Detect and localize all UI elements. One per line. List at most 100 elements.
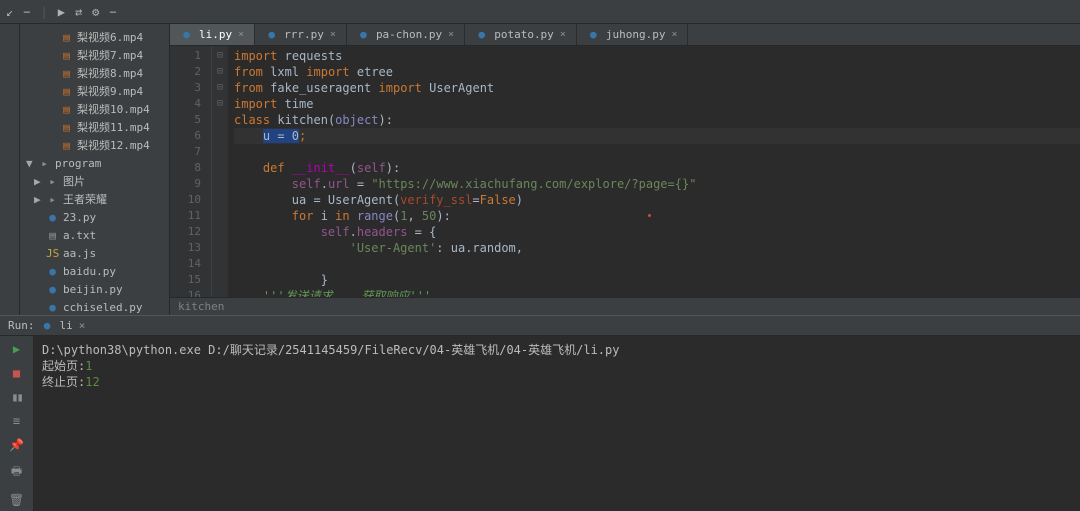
file-label: 23.py — [63, 211, 96, 224]
code-line[interactable]: import time — [234, 96, 1080, 112]
python-icon: ● — [41, 319, 54, 332]
mp4-icon: ▤ — [60, 67, 73, 80]
mp4-icon: ▤ — [60, 139, 73, 152]
tree-item[interactable]: ▤ 梨视频12.mp4 — [20, 136, 169, 154]
stepover-icon[interactable]: ≡ — [13, 414, 20, 428]
close-icon[interactable]: × — [238, 29, 244, 40]
main-toolbar: ↙ − | ▶ ⇄ ⚙ − — [0, 0, 1080, 24]
stop-icon[interactable]: ■ — [13, 366, 20, 380]
close-icon[interactable]: × — [448, 29, 454, 40]
pin-icon[interactable]: 📌 — [9, 438, 24, 452]
code-line[interactable]: self.headers = { — [234, 224, 1080, 240]
pause-icon[interactable]: ▮▮ — [11, 390, 21, 404]
code-line[interactable]: } — [234, 272, 1080, 288]
tab-potato-py[interactable]: ● potato.py × — [465, 24, 577, 45]
file-label: 梨视频10.mp4 — [77, 101, 150, 117]
folder-icon: ▸ — [38, 157, 51, 170]
tree-item[interactable]: ▤梨视频10.mp4 — [20, 100, 169, 118]
python-icon: ● — [587, 28, 600, 41]
code-line[interactable]: class kitchen(object): — [234, 112, 1080, 128]
file-label: 梨视频12.mp4 — [77, 137, 150, 153]
mp4-icon: ▤ — [60, 85, 73, 98]
minus-icon[interactable]: − — [23, 5, 30, 19]
close-icon[interactable]: × — [79, 319, 86, 332]
js-icon: JS — [46, 247, 59, 260]
tree-item[interactable]: ▶▸王者荣耀 — [20, 190, 169, 208]
tree-item[interactable]: ▤ 梨视频11.mp4 — [20, 118, 169, 136]
code-line[interactable]: for i in range(1, 50): — [234, 208, 1080, 224]
py-icon: ● — [46, 283, 59, 296]
file-label: 梨视频11.mp4 — [77, 119, 150, 135]
tree-item[interactable]: ● cchiseled.py — [20, 298, 169, 315]
py-icon: ● — [46, 301, 59, 314]
code-line[interactable]: '''发送请求 获取响应''' — [234, 288, 1080, 297]
mp4-icon: ▤ — [60, 31, 73, 44]
tree-item[interactable]: ●baidu.py — [20, 262, 169, 280]
py-icon: ● — [46, 211, 59, 224]
code-line[interactable] — [234, 144, 1080, 160]
code-line[interactable]: self.url = "https://www.xiachufang.com/e… — [234, 176, 1080, 192]
tree-item[interactable]: ●beijin.py — [20, 280, 169, 298]
sort-icon[interactable]: ⇄ — [75, 5, 82, 19]
close-icon[interactable]: × — [671, 29, 677, 40]
tree-item[interactable]: ▤ 梨视频7.mp4 — [20, 46, 169, 64]
code-line[interactable]: def __init__(self): — [234, 160, 1080, 176]
run-gutter: ▶ ■ ▮▮ ≡ 📌 🖶 🗑 — [0, 336, 34, 511]
tree-item[interactable]: ▼▸program — [20, 154, 169, 172]
fold-gutter[interactable]: ⊟⊟⊟⊟ — [212, 46, 228, 297]
console-output[interactable]: D:\python38\python.exe D:/聊天记录/254114545… — [34, 336, 1080, 511]
code-line[interactable]: u = 0; — [234, 128, 1080, 144]
print-icon[interactable]: 🖶 — [11, 462, 22, 483]
file-label: 梨视频6.mp4 — [77, 29, 143, 45]
tree-item[interactable]: ● 23.py — [20, 208, 169, 226]
trash-icon[interactable]: 🗑 — [9, 493, 24, 507]
gear-icon[interactable]: ⚙ — [92, 5, 99, 19]
tab-rrr-py[interactable]: ●rrr.py× — [255, 24, 347, 45]
py-icon: ● — [46, 265, 59, 278]
hide-icon[interactable]: − — [109, 5, 116, 19]
tree-item[interactable]: ▤ 梨视频6.mp4 — [20, 28, 169, 46]
python-icon: ● — [265, 28, 278, 41]
code-content[interactable]: import requestsfrom lxml import etreefro… — [228, 46, 1080, 297]
line-numbers: 12345678910111213141516171819 — [170, 46, 212, 297]
python-icon: ● — [357, 28, 370, 41]
tab-label: pa-chon.py — [376, 28, 442, 41]
project-tree[interactable]: ▤梨视频6.mp4▤梨视频7.mp4▤梨视频8.mp4▤梨视频9.mp4▤梨视频… — [20, 24, 170, 315]
file-label: cchiseled.py — [63, 301, 142, 314]
txt-icon: ▤ — [46, 229, 59, 242]
tab-pa-chon-py[interactable]: ● pa-chon.py × — [347, 24, 465, 45]
code-line[interactable]: 'User-Agent': ua.random, — [234, 240, 1080, 256]
tab-label: juhong.py — [606, 28, 666, 41]
mp4-icon: ▤ — [60, 49, 73, 62]
file-label: aa.js — [63, 247, 96, 260]
tab-juhong-py[interactable]: ● juhong.py × — [577, 24, 689, 45]
code-line[interactable]: from fake_useragent import UserAgent — [234, 80, 1080, 96]
collapse-icon[interactable]: ↙ — [6, 5, 13, 19]
mp4-icon: ▤ — [60, 121, 73, 134]
tree-item[interactable]: ▤梨视频8.mp4 — [20, 64, 169, 82]
file-label: 梨视频7.mp4 — [77, 47, 143, 63]
run-label: Run: — [8, 319, 35, 332]
python-icon: ● — [475, 28, 488, 41]
tab-label: potato.py — [494, 28, 554, 41]
tree-item[interactable]: JS aa.js — [20, 244, 169, 262]
code-editor[interactable]: 12345678910111213141516171819 ⊟⊟⊟⊟ impor… — [170, 46, 1080, 297]
editor-tabs: ●li.py×●rrr.py×●pa-chon.py×●potato.py×●j… — [170, 24, 1080, 46]
code-line[interactable] — [234, 256, 1080, 272]
run-task-name: li — [60, 319, 73, 332]
tree-item[interactable]: ▤梨视频9.mp4 — [20, 82, 169, 100]
tab-li-py[interactable]: ●li.py× — [170, 24, 255, 45]
rerun-icon[interactable]: ▶ — [13, 342, 20, 356]
tree-item[interactable]: ▶▸图片 — [20, 172, 169, 190]
target-icon[interactable]: ▶ — [58, 5, 65, 19]
close-icon[interactable]: × — [560, 29, 566, 40]
close-icon[interactable]: × — [330, 29, 336, 40]
file-label: 图片 — [63, 173, 85, 189]
folder-icon: ▸ — [46, 193, 59, 206]
tab-label: li.py — [199, 28, 232, 41]
code-line[interactable]: import requests — [234, 48, 1080, 64]
breadcrumb[interactable]: kitchen — [170, 297, 1080, 315]
code-line[interactable]: ua = UserAgent(verify_ssl=False) — [234, 192, 1080, 208]
tree-item[interactable]: ▤a.txt — [20, 226, 169, 244]
code-line[interactable]: from lxml import etree — [234, 64, 1080, 80]
